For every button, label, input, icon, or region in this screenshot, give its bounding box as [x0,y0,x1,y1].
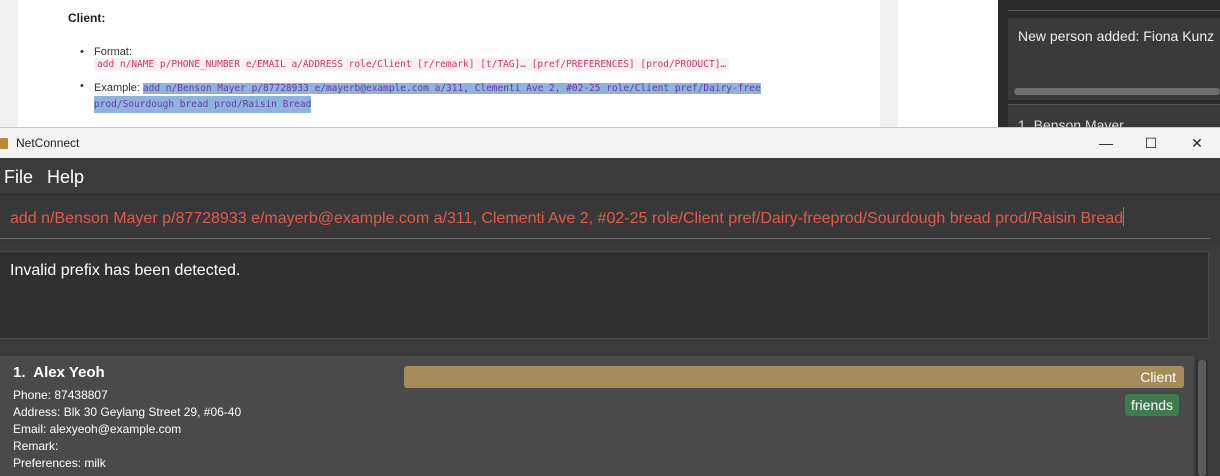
result-message: Invalid prefix has been detected. [10,262,241,279]
doc-format-label: Format: add n/NAME p/PHONE_NUMBER e/EMAI… [94,46,730,71]
minimize-button[interactable]: — [1083,128,1129,159]
list-scrollbar[interactable] [1196,360,1208,476]
background-command-field [1008,0,1220,11]
maximize-icon: ☐ [1144,135,1158,151]
person-remark: Remark: [13,439,59,453]
menu-file[interactable]: File [4,167,33,188]
command-underline [0,238,1210,239]
text-caret [1123,207,1125,226]
doc-example-label: Example: add n/Benson Mayer p/87728933 e… [94,82,761,94]
close-button[interactable]: ✕ [1174,128,1220,159]
window-title: NetConnect [16,136,80,150]
person-email: Email: alexyeoh@example.com [13,422,182,436]
role-tag: Client [404,366,1184,388]
result-display[interactable]: Invalid prefix has been detected. [0,251,1209,339]
netconnect-window: NetConnect — ☐ ✕ File Help add n/Benson … [0,127,1220,476]
background-result-message: New person added: Fiona Kunz [1018,28,1215,44]
app-icon [0,138,8,149]
person-phone: Phone: 87438807 [13,388,108,402]
background-app-window: New person added: Fiona Kunz 1. Benson M… [998,0,1220,133]
doc-heading-client: Client: [68,11,106,25]
browser-left-margin [0,0,18,130]
doc-example-code-selected[interactable]: add n/Benson Mayer p/87728933 e/mayerb@e… [142,83,761,94]
title-bar[interactable]: NetConnect — ☐ ✕ [0,127,1220,159]
doc-format-code: add n/NAME p/PHONE_NUMBER e/EMAIL a/ADDR… [94,58,730,71]
browser-blank-area [898,0,998,130]
background-result-box: New person added: Fiona Kunz [1008,18,1220,100]
browser-scrollbar[interactable] [880,0,898,130]
person-list-panel: 1. Alex Yeoh Phone: 87438807 Address: Bl… [0,356,1220,476]
command-box[interactable]: add n/Benson Mayer p/87728933 e/mayerb@e… [0,195,1220,245]
doc-example-code-line2[interactable]: prod/Sourdough bread prod/Raisin Bread [94,96,312,113]
bullet-dot: • [80,80,84,92]
person-name: 1. Alex Yeoh [13,364,105,381]
menu-help[interactable]: Help [47,167,84,188]
command-input[interactable]: add n/Benson Mayer p/87728933 e/mayerb@e… [10,207,1125,228]
person-card[interactable]: 1. Alex Yeoh Phone: 87438807 Address: Bl… [0,356,1194,476]
minimize-icon: — [1099,135,1113,151]
person-preferences: Preferences: milk [13,456,106,470]
background-horizontal-scrollbar[interactable] [1014,88,1220,95]
person-address: Address: Blk 30 Geylang Street 29, #06-4… [13,405,242,419]
friends-tag: friends [1125,394,1180,416]
user-guide-page: Client: • Format: add n/NAME p/PHONE_NUM… [18,0,880,130]
close-icon: ✕ [1191,135,1203,151]
menu-bar: File Help [0,158,1220,195]
list-scrollbar-thumb[interactable] [1198,360,1206,476]
maximize-button[interactable]: ☐ [1128,128,1174,159]
bullet-dot: • [80,46,84,58]
